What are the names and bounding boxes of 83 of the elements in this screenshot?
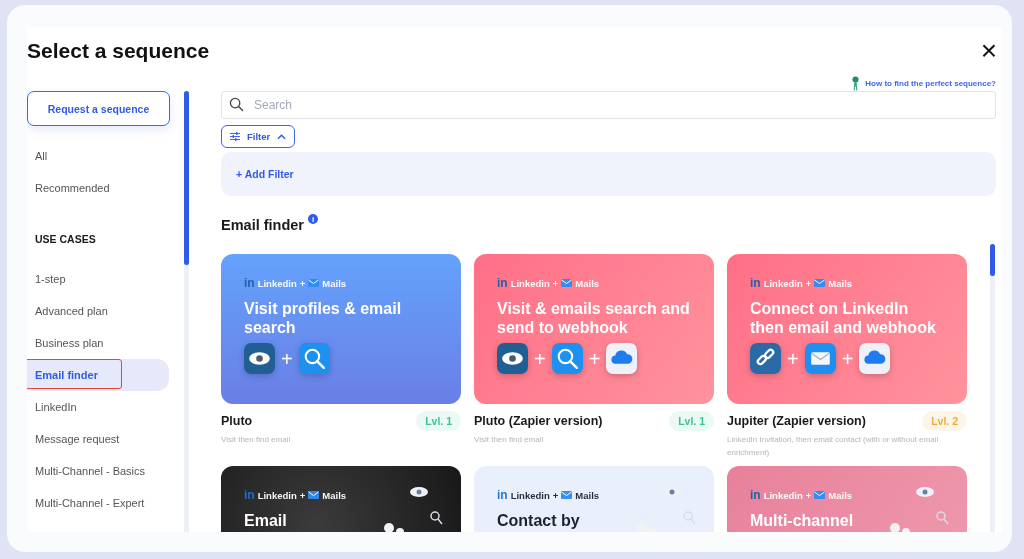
- figure-icon: [852, 75, 860, 91]
- envelope-icon: [814, 279, 826, 287]
- category-item[interactable]: Email finder: [27, 359, 169, 391]
- linkedin-logo-icon: in: [244, 276, 255, 290]
- card-headline: Multi-channel: [750, 511, 855, 530]
- plus-sign: +: [281, 348, 293, 369]
- cloud-icon: [859, 343, 891, 374]
- eye-icon: [244, 343, 275, 374]
- level-badge: Lvl. 2: [922, 411, 967, 431]
- add-filter-button[interactable]: + Add Filter: [236, 168, 294, 180]
- category-item[interactable]: 1-step: [27, 263, 170, 295]
- request-sequence-button[interactable]: Request a sequence: [27, 91, 170, 126]
- channel-joiner: +: [805, 489, 812, 501]
- category-item[interactable]: Message request: [27, 423, 170, 455]
- link-icon: [750, 343, 781, 374]
- channel-label: Linkedin: [510, 277, 550, 289]
- channel-joiner: +: [805, 277, 812, 289]
- scrollbar-thumb[interactable]: [184, 91, 189, 265]
- channel-label: Linkedin: [763, 277, 803, 289]
- category-item[interactable]: Multi-Channel - Expert: [27, 487, 170, 519]
- filter-button[interactable]: Filter: [221, 125, 296, 148]
- channel-label: Mails: [322, 277, 347, 289]
- channel-label: Mails: [575, 489, 600, 501]
- section-title: Email finder: [221, 216, 304, 235]
- channel-joiner: +: [299, 277, 306, 289]
- channel-label: Mails: [575, 277, 600, 289]
- search-field[interactable]: Search: [221, 91, 996, 119]
- linkedin-logo-icon: in: [497, 276, 508, 290]
- envelope-icon: [561, 279, 573, 287]
- linkedin-logo-icon: in: [750, 276, 761, 290]
- channel-joiner: +: [299, 489, 306, 501]
- channel-label: Linkedin: [257, 489, 297, 501]
- card-title: Jupiter (Zapier version): [727, 414, 866, 428]
- category-item[interactable]: Recommended: [27, 172, 170, 204]
- linkedin-logo-icon: in: [244, 488, 255, 502]
- level-badge: Lvl. 1: [669, 411, 714, 431]
- channel-joiner: +: [552, 277, 559, 289]
- caret-icon: [277, 133, 287, 140]
- search-icon: [229, 97, 244, 112]
- channel-label: Linkedin: [763, 489, 803, 501]
- card-title: Pluto: [221, 414, 253, 428]
- card-headline: Visit & emails search and send to webhook: [497, 299, 691, 337]
- close-button[interactable]: ×: [980, 39, 1002, 63]
- envelope-icon: [308, 279, 320, 287]
- card-headline: Visit profiles & email search: [244, 299, 403, 337]
- mail-icon: [804, 343, 836, 374]
- linkedin-logo-icon: in: [750, 488, 761, 502]
- eye-icon: [497, 343, 528, 374]
- card-title: Pluto (Zapier version): [474, 414, 603, 428]
- card-banner[interactable]: in Linkedin + Mails Contact by: [474, 466, 714, 532]
- card-banner[interactable]: in Linkedin + Mails Email: [221, 466, 461, 532]
- cloud-icon: [606, 343, 638, 374]
- plus-sign: +: [534, 348, 546, 369]
- category-item[interactable]: LinkedIn: [27, 391, 170, 423]
- plus-sign: +: [588, 348, 601, 369]
- dialog-title: Select a sequence: [27, 39, 210, 63]
- card-headline: Email: [244, 511, 288, 530]
- section-heading: USE CASES: [34, 232, 97, 247]
- plus-sign: +: [841, 348, 854, 369]
- help-link[interactable]: How to find the perfect sequence?: [865, 78, 996, 88]
- channel-label: Mails: [828, 277, 853, 289]
- plus-sign: +: [787, 348, 799, 369]
- sliders-icon: [230, 132, 240, 141]
- channel-joiner: +: [552, 489, 559, 501]
- linkedin-logo-icon: in: [497, 488, 508, 502]
- level-badge: Lvl. 1: [416, 411, 461, 431]
- channel-label: Linkedin: [510, 489, 550, 501]
- channel-label: Mails: [828, 489, 853, 501]
- category-item[interactable]: Multi-Channel - Basics: [27, 455, 170, 487]
- search-icon: [551, 343, 583, 374]
- envelope-icon: [561, 491, 573, 499]
- envelope-icon: [308, 491, 320, 499]
- card-headline: Connect on LinkedIn then email and webhook: [750, 299, 937, 337]
- scrollbar-thumb[interactable]: [990, 244, 995, 276]
- channel-label: Mails: [322, 489, 347, 501]
- info-icon[interactable]: i: [308, 214, 318, 224]
- category-item[interactable]: All: [27, 140, 170, 172]
- channel-label: Linkedin: [257, 277, 297, 289]
- category-item[interactable]: Business plan: [27, 327, 170, 359]
- card-headline: Contact by: [497, 511, 581, 530]
- category-item[interactable]: Advanced plan: [27, 295, 170, 327]
- envelope-icon: [814, 491, 826, 499]
- search-icon: [298, 343, 330, 374]
